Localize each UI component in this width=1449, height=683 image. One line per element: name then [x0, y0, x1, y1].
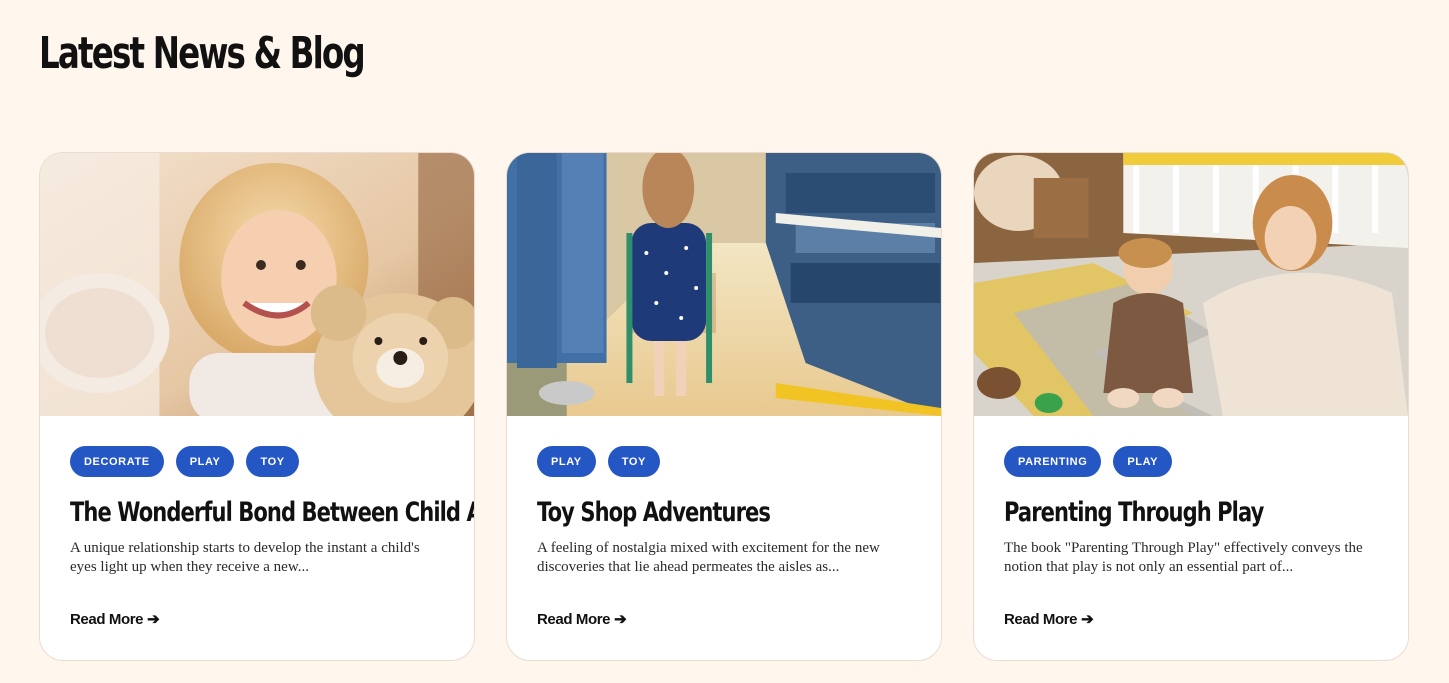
tag-toy[interactable]: TOY: [607, 446, 660, 477]
blog-card: PARENTING PLAY Parenting Through Play Th…: [973, 152, 1409, 661]
card-image-illustration: [507, 153, 941, 416]
girl-with-teddy-bear-image[interactable]: [40, 153, 474, 416]
mother-and-baby-playing-image[interactable]: [974, 153, 1408, 416]
blog-card: PLAY TOY Toy Shop Adventures A feeling o…: [506, 152, 942, 661]
arrow-right-icon: ➔: [1081, 611, 1094, 628]
tag-parenting[interactable]: PARENTING: [1004, 446, 1102, 477]
tag-toy[interactable]: TOY: [246, 446, 299, 477]
read-more-label: Read More: [70, 610, 144, 628]
card-title[interactable]: The Wonderful Bond Between Child And Toy: [70, 495, 474, 531]
tag-play[interactable]: PLAY: [537, 446, 596, 477]
arrow-right-icon: ➔: [614, 611, 627, 628]
arrow-right-icon: ➔: [147, 611, 160, 628]
card-title[interactable]: Parenting Through Play: [1004, 495, 1296, 531]
read-more-label: Read More: [537, 610, 611, 628]
read-more-link[interactable]: Read More ➔: [1004, 610, 1094, 629]
card-excerpt: The book "Parenting Through Play" effect…: [1004, 540, 1363, 575]
blog-card-list: DECORATE PLAY TOY The Wonderful Bond Bet…: [39, 152, 1409, 661]
tag-list: PARENTING PLAY: [1004, 446, 1378, 477]
card-excerpt: A feeling of nostalgia mixed with excite…: [537, 540, 880, 575]
tag-decorate[interactable]: DECORATE: [70, 446, 164, 477]
read-more-label: Read More: [1004, 610, 1078, 628]
tag-play[interactable]: PLAY: [175, 446, 235, 477]
card-title[interactable]: Toy Shop Adventures: [537, 495, 829, 531]
card-excerpt: A unique relationship starts to develop …: [70, 540, 420, 575]
tag-list: PLAY TOY: [537, 446, 911, 477]
tag-play[interactable]: PLAY: [1113, 446, 1173, 477]
blog-card: DECORATE PLAY TOY The Wonderful Bond Bet…: [39, 152, 475, 661]
toy-shop-aisle-image[interactable]: [507, 153, 941, 416]
section-title: Latest News & Blog: [39, 28, 366, 79]
card-image-illustration: [974, 153, 1408, 416]
read-more-link[interactable]: Read More ➔: [70, 610, 160, 629]
card-image-illustration: [40, 153, 474, 416]
tag-list: DECORATE PLAY TOY: [70, 446, 444, 477]
read-more-link[interactable]: Read More ➔: [537, 610, 627, 629]
